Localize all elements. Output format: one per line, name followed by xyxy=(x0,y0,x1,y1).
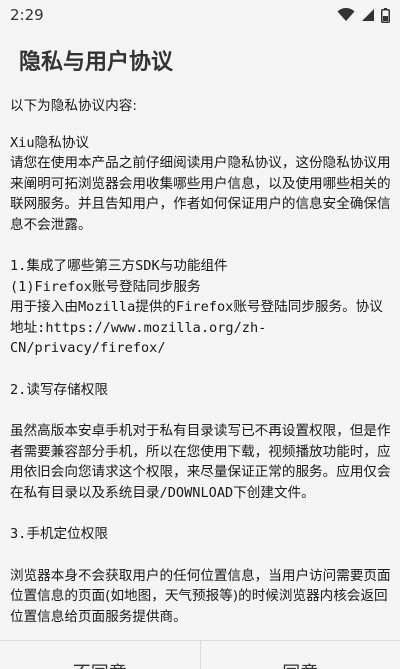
dialog-title: 隐私与用户协议 xyxy=(19,44,173,76)
section-1-body: 用于接入由Mozilla提供的Firefox账号登陆同步服务。协议地址:http… xyxy=(10,297,392,359)
section-1-subtitle: (1)Firefox账号登陆同步服务 xyxy=(10,277,392,298)
policy-paragraph-1: 请您在使用本产品之前仔细阅读用户隐私协议，这份隐私协议用来阐明可拓浏览器会用收集… xyxy=(10,153,392,235)
policy-heading: Xiu隐私协议 xyxy=(10,133,392,154)
section-1-title: 1.集成了哪些第三方SDK与功能组件 xyxy=(10,256,392,277)
intro-text: 以下为隐私协议内容: xyxy=(10,96,392,117)
signal-icon xyxy=(361,8,375,22)
dialog-actions: 不同意 同意 xyxy=(0,640,400,669)
status-time: 2:29 xyxy=(10,6,44,24)
wifi-icon xyxy=(337,8,355,22)
battery-icon xyxy=(381,8,390,23)
section-3-body: 浏览器本身不会获取用户的任何位置信息，当用户访问需要页面位置信息的页面(如地图，… xyxy=(10,566,392,628)
status-bar: 2:29 xyxy=(0,0,400,30)
privacy-content[interactable]: 以下为隐私协议内容: Xiu隐私协议 请您在使用本产品之前仔细阅读用户隐私协议，… xyxy=(10,96,392,627)
agree-button[interactable]: 同意 xyxy=(201,641,400,669)
disagree-button[interactable]: 不同意 xyxy=(0,641,200,669)
section-2-title: 2.读写存储权限 xyxy=(10,380,392,401)
section-2-body: 虽然高版本安卓手机对于私有目录读写已不再设置权限，但是作者需要兼容部分手机，所以… xyxy=(10,421,392,503)
section-3-title: 3.手机定位权限 xyxy=(10,524,392,545)
status-icons xyxy=(337,8,390,23)
